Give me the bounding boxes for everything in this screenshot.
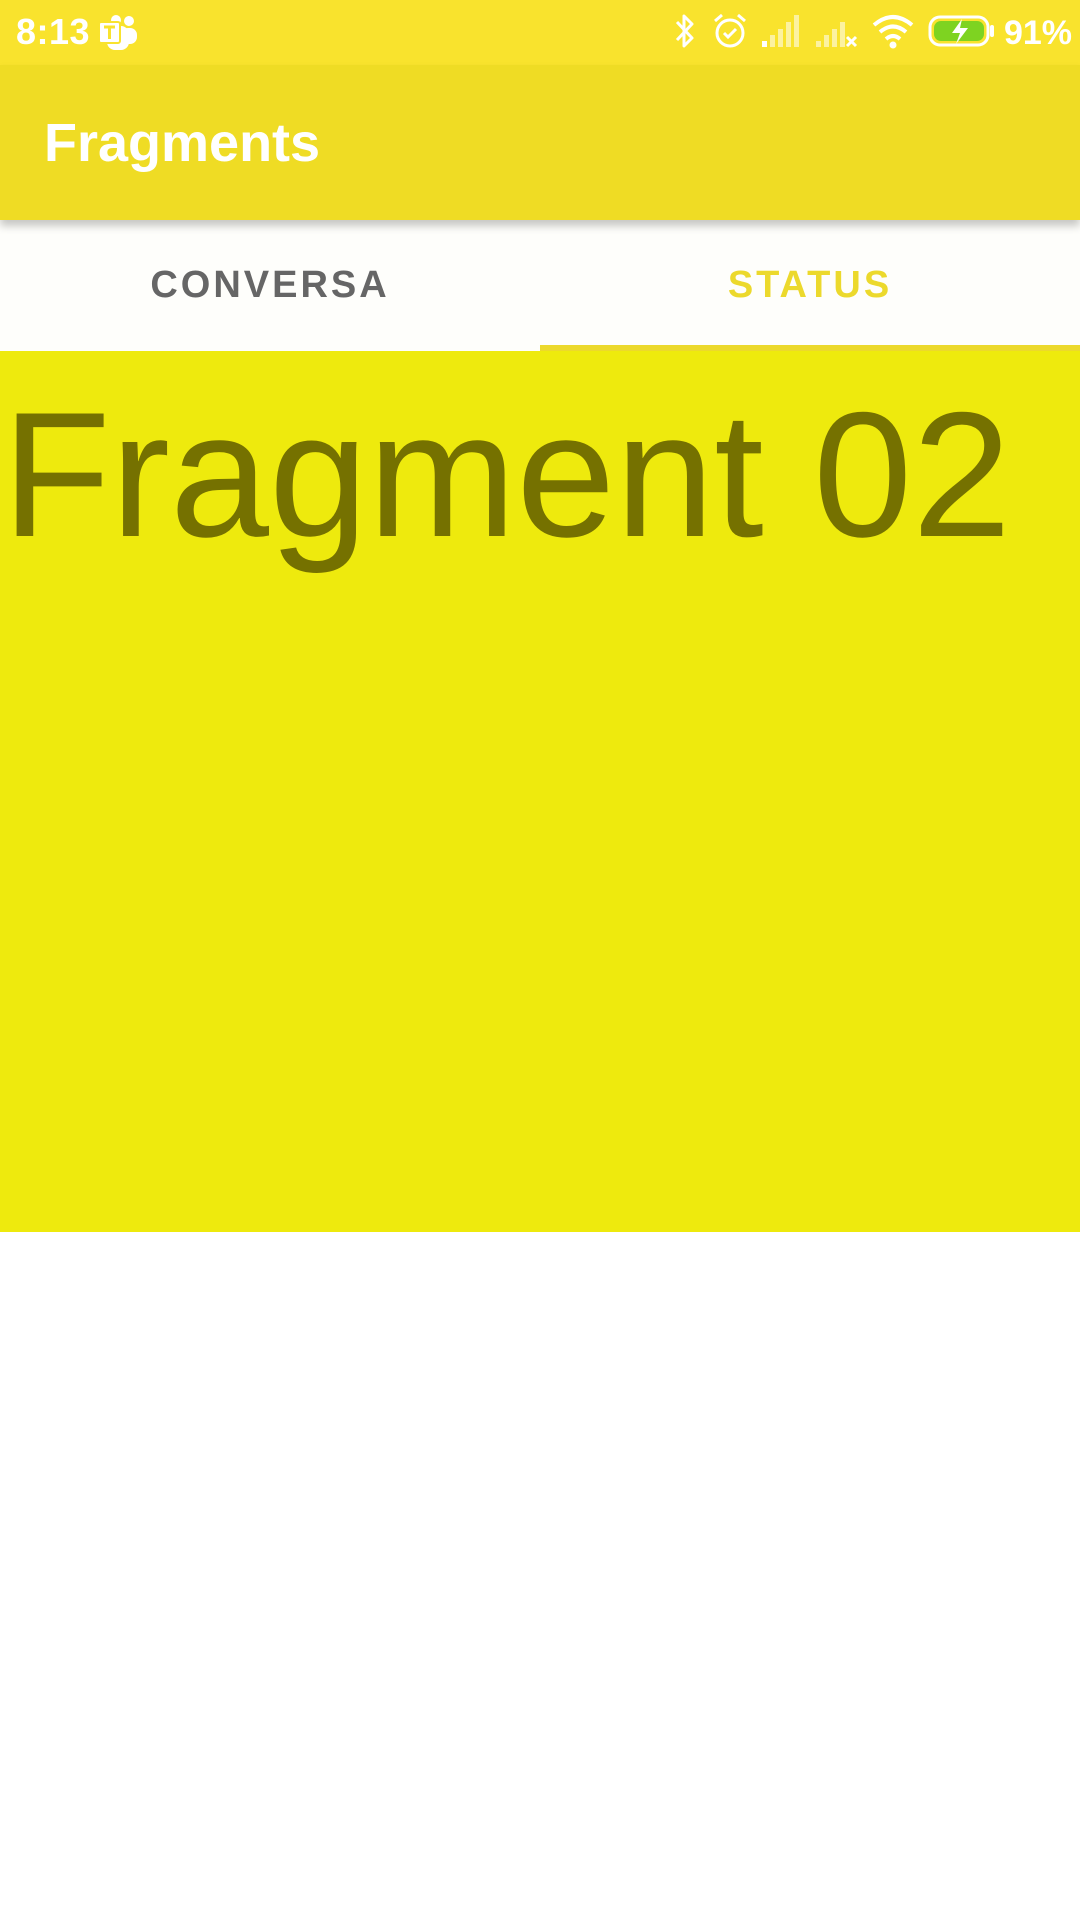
battery-percent: 91% xyxy=(1003,14,1072,52)
tab-status-label: STATUS xyxy=(727,264,893,306)
tab-bar: CONVERSA STATUS xyxy=(0,220,1080,351)
battery-charging-icon xyxy=(928,14,996,53)
tab-conversa-label: CONVERSA xyxy=(150,264,390,306)
tab-conversa[interactable]: CONVERSA xyxy=(0,220,540,351)
app-title: Fragments xyxy=(44,113,321,173)
fragment-text: Fragment 02 xyxy=(2,375,1012,574)
app-bar: Fragments xyxy=(0,65,1080,220)
screen: 8:13 91% Fragments CONVERSA STATUS Fragm… xyxy=(0,0,1080,1920)
status-time: 8:13 xyxy=(16,11,91,52)
alarm-icon xyxy=(712,12,748,55)
fragment-container: Fragment 02 xyxy=(0,351,1080,1232)
teams-icon xyxy=(98,14,139,52)
tab-selected-indicator xyxy=(540,345,1080,351)
signal-no-service-icon xyxy=(815,13,858,54)
status-icons: 91% xyxy=(658,8,1072,58)
wifi-icon xyxy=(872,13,914,54)
signal-icon xyxy=(761,13,802,54)
tab-status[interactable]: STATUS xyxy=(540,220,1080,351)
status-bar: 8:13 91% xyxy=(0,0,1080,65)
bluetooth-icon xyxy=(672,12,698,55)
